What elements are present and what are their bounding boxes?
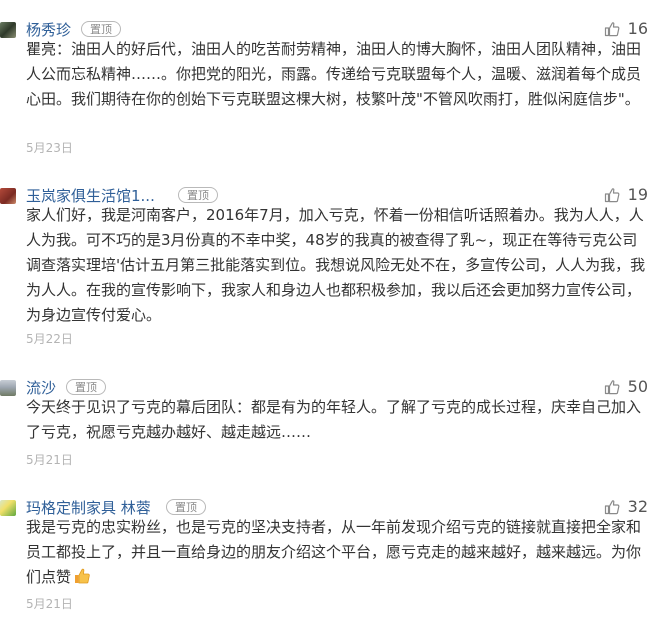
like-count: 19 <box>627 185 648 204</box>
comment-date: 5月21日 <box>26 453 73 467</box>
pinned-badge: 置顶 <box>178 187 218 203</box>
thumbs-up-emoji-icon <box>75 568 90 584</box>
like-count: 32 <box>627 497 648 516</box>
avatar[interactable] <box>0 22 16 38</box>
like-button[interactable]: 19 <box>604 185 648 204</box>
avatar[interactable] <box>0 188 16 204</box>
comment-date: 5月23日 <box>26 141 73 155</box>
comment-text: 我是亏克的忠实粉丝，也是亏克的坚决支持者，从一年前发现介绍亏克的链接就直接把全家… <box>26 515 650 590</box>
like-button[interactable]: 16 <box>604 19 648 38</box>
comment-date: 5月22日 <box>26 332 73 346</box>
comment-date: 5月21日 <box>26 597 73 611</box>
like-count: 16 <box>627 19 648 38</box>
pinned-badge: 置顶 <box>66 379 106 395</box>
comment-text: 今天终于见识了亏克的幕后团队：都是有为的年轻人。了解了亏克的成长过程，庆幸自己加… <box>26 398 642 441</box>
comment-text: 瞿亮：油田人的好后代，油田人的吃苦耐劳精神，油田人的博大胸怀，油田人团队精神，油… <box>26 40 642 108</box>
comment-list: 杨秀珍 置顶 16 瞿亮：油田人的好后代，油田人的吃苦耐劳精神，油田人的博大胸怀… <box>0 0 670 618</box>
thumbs-up-icon <box>604 379 620 394</box>
comment-text: 家人们好，我是河南客户，2016年7月，加入亏克，怀着一份相信听话照着办。我为人… <box>26 206 646 324</box>
comment-text-body: 我是亏克的忠实粉丝，也是亏克的坚决支持者，从一年前发现介绍亏克的链接就直接把全家… <box>26 518 642 586</box>
like-button[interactable]: 32 <box>604 497 648 516</box>
avatar[interactable] <box>0 380 16 396</box>
like-count: 50 <box>627 377 648 396</box>
thumbs-up-icon <box>604 499 620 514</box>
thumbs-up-icon <box>604 21 620 36</box>
pinned-badge: 置顶 <box>166 499 206 515</box>
like-button[interactable]: 50 <box>604 377 648 396</box>
avatar[interactable] <box>0 500 16 516</box>
pinned-badge: 置顶 <box>81 21 121 37</box>
thumbs-up-icon <box>604 187 620 202</box>
